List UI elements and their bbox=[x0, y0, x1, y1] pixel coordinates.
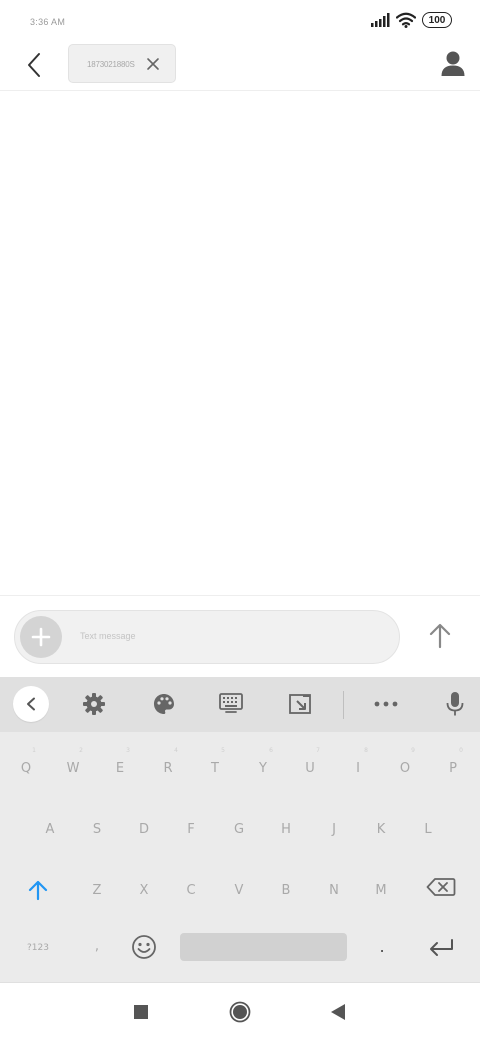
battery-level: 100 bbox=[428, 14, 446, 26]
keyboard-layout-button[interactable] bbox=[217, 690, 245, 718]
key-y[interactable]: 6Y bbox=[241, 743, 285, 793]
microphone-icon bbox=[446, 692, 464, 716]
signal-icon bbox=[371, 13, 390, 27]
key-b[interactable]: B bbox=[264, 865, 308, 915]
shift-key[interactable] bbox=[16, 865, 60, 915]
conversation-area bbox=[0, 92, 480, 595]
key-e[interactable]: 3E bbox=[98, 743, 142, 793]
app-bar: 1873021880S bbox=[0, 44, 480, 91]
system-nav-bar bbox=[0, 982, 480, 1040]
status-time: 3:36 AM bbox=[30, 17, 66, 27]
key-u[interactable]: 7U bbox=[288, 743, 332, 793]
gear-icon bbox=[83, 693, 105, 715]
wifi-icon bbox=[396, 12, 416, 28]
back-triangle-icon bbox=[331, 1004, 345, 1020]
back-arrow-icon bbox=[28, 53, 40, 77]
more-icon bbox=[374, 701, 398, 707]
key-s[interactable]: S bbox=[75, 804, 119, 854]
back-button[interactable] bbox=[18, 49, 50, 81]
comma-key[interactable]: , bbox=[75, 921, 119, 971]
keyboard-more-button[interactable] bbox=[372, 690, 400, 718]
nav-back-button[interactable] bbox=[327, 1001, 349, 1023]
keyboard-toolbar bbox=[0, 677, 480, 732]
spacebar[interactable] bbox=[180, 933, 347, 961]
backspace-icon bbox=[426, 878, 456, 896]
keyboard-resize-button[interactable] bbox=[286, 690, 314, 718]
recipient-number: 1873021880S bbox=[87, 60, 135, 69]
contact-icon[interactable] bbox=[440, 50, 466, 78]
status-bar: 3:36 AM 100 bbox=[0, 0, 480, 44]
key-k[interactable]: K bbox=[359, 804, 403, 854]
chevron-left-icon bbox=[27, 697, 35, 711]
voice-input-button[interactable] bbox=[441, 690, 469, 718]
recipient-chip[interactable]: 1873021880S bbox=[68, 44, 176, 83]
resize-icon bbox=[289, 694, 311, 714]
key-i[interactable]: 8I bbox=[336, 743, 380, 793]
plus-icon bbox=[31, 627, 51, 647]
enter-icon bbox=[430, 939, 453, 956]
key-l[interactable]: L bbox=[406, 804, 450, 854]
recents-button[interactable] bbox=[130, 1001, 152, 1023]
emoji-key[interactable] bbox=[122, 922, 166, 972]
key-g[interactable]: G bbox=[217, 804, 261, 854]
compose-field[interactable]: Text message bbox=[14, 610, 400, 664]
compose-bar: Text message bbox=[0, 595, 480, 677]
key-d[interactable]: D bbox=[122, 804, 166, 854]
keyboard-collapse-button[interactable] bbox=[13, 686, 49, 722]
period-key[interactable]: . bbox=[360, 921, 404, 971]
key-q[interactable]: 1Q bbox=[4, 743, 48, 793]
key-r[interactable]: 4R bbox=[146, 743, 190, 793]
attach-button[interactable] bbox=[20, 616, 62, 658]
key-j[interactable]: J bbox=[312, 804, 356, 854]
home-button[interactable] bbox=[229, 1001, 251, 1023]
toolbar-divider bbox=[343, 691, 344, 719]
key-f[interactable]: F bbox=[169, 804, 213, 854]
palette-icon bbox=[154, 694, 174, 714]
key-t[interactable]: 5T bbox=[193, 743, 237, 793]
recents-square-icon bbox=[134, 1005, 148, 1019]
send-arrow-icon[interactable] bbox=[426, 622, 454, 650]
keyboard-theme-button[interactable] bbox=[150, 690, 178, 718]
key-m[interactable]: M bbox=[359, 865, 403, 915]
close-icon[interactable] bbox=[145, 56, 161, 72]
key-n[interactable]: N bbox=[312, 865, 356, 915]
enter-key[interactable] bbox=[419, 923, 463, 973]
key-h[interactable]: H bbox=[264, 804, 308, 854]
key-o[interactable]: 9O bbox=[383, 743, 427, 793]
keyboard-icon bbox=[219, 693, 243, 713]
backspace-key[interactable] bbox=[419, 862, 463, 912]
key-v[interactable]: V bbox=[217, 865, 261, 915]
symbols-key[interactable]: ?123 bbox=[16, 923, 60, 973]
emoji-icon bbox=[132, 935, 156, 959]
message-input[interactable]: Text message bbox=[80, 631, 136, 641]
key-x[interactable]: X bbox=[122, 865, 166, 915]
key-p[interactable]: 0P bbox=[431, 743, 475, 793]
home-circle-icon bbox=[229, 1001, 251, 1023]
shift-arrow-icon bbox=[28, 880, 48, 901]
keyboard: 1Q 2W 3E 4R 5T 6Y 7U 8I 9O 0P A S D F G … bbox=[0, 677, 480, 982]
status-icons: 100 bbox=[370, 12, 452, 28]
key-z[interactable]: Z bbox=[75, 865, 119, 915]
key-a[interactable]: A bbox=[28, 804, 72, 854]
key-c[interactable]: C bbox=[169, 865, 213, 915]
battery-icon: 100 bbox=[422, 12, 452, 28]
keyboard-settings-button[interactable] bbox=[80, 690, 108, 718]
key-w[interactable]: 2W bbox=[51, 743, 95, 793]
